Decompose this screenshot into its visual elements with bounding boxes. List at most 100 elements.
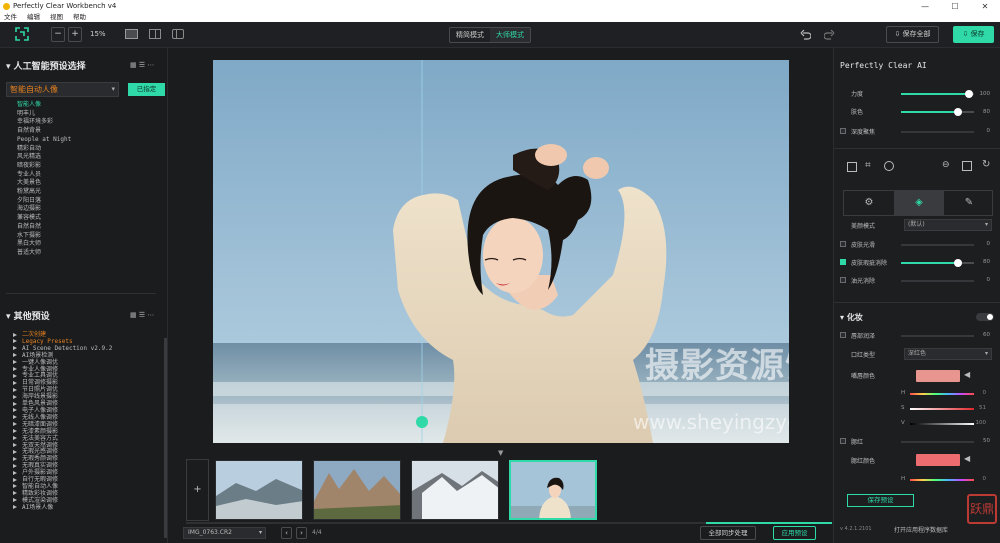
ai-preset-item[interactable]: 粉黛高光 xyxy=(17,188,71,197)
expand-triangle-icon[interactable] xyxy=(13,436,17,441)
next-image-button[interactable]: › xyxy=(296,527,307,539)
expand-triangle-icon[interactable] xyxy=(13,470,17,475)
expand-triangle-icon[interactable] xyxy=(13,367,17,372)
expand-triangle-icon[interactable] xyxy=(13,415,17,420)
ai-preset-item[interactable]: 普适大师 xyxy=(17,249,71,258)
expand-triangle-icon[interactable] xyxy=(13,332,17,337)
menu-view[interactable]: 视图 xyxy=(50,13,63,21)
sliders-tab-icon[interactable]: ⚙ xyxy=(844,191,894,215)
face-retouch-tab-icon[interactable]: ◈ xyxy=(894,191,944,215)
ai-preset-item[interactable]: 大美景色 xyxy=(17,179,71,188)
expand-triangle-icon[interactable] xyxy=(13,373,17,378)
expand-triangle-icon[interactable] xyxy=(13,339,17,344)
expand-triangle-icon[interactable] xyxy=(13,394,17,399)
lipstick-slider[interactable] xyxy=(901,335,974,337)
split-view-icon[interactable] xyxy=(149,29,161,39)
menu-edit[interactable]: 编辑 xyxy=(27,13,40,21)
collapse-filmstrip-icon[interactable]: ▼ xyxy=(498,449,503,457)
lip-s-slider[interactable] xyxy=(910,408,974,410)
open-database-link[interactable]: 打开应用程序数据库 xyxy=(894,525,948,534)
ai-preset-item[interactable]: 自然背景 xyxy=(17,127,71,136)
expand-triangle-icon[interactable] xyxy=(13,505,17,510)
menu-help[interactable]: 帮助 xyxy=(73,13,86,21)
ai-preset-item[interactable]: 幸福环境多彩 xyxy=(17,118,71,127)
expand-triangle-icon[interactable] xyxy=(13,346,17,351)
thumbnail-snow-mountain[interactable] xyxy=(411,460,499,520)
shine-checkbox[interactable] xyxy=(840,277,846,283)
mode-master-tab[interactable]: 大师模式 xyxy=(490,28,530,42)
ai-preset-item[interactable]: 风光精选 xyxy=(17,153,71,162)
blemish-slider[interactable] xyxy=(901,259,974,267)
expand-triangle-icon[interactable] xyxy=(13,456,17,461)
expand-triangle-icon[interactable] xyxy=(13,380,17,385)
ai-preset-item[interactable]: 精彩自动 xyxy=(17,145,71,154)
blush-color-expand-icon[interactable]: ◀ xyxy=(964,454,970,463)
expand-triangle-icon[interactable] xyxy=(13,449,17,454)
undo-icon[interactable] xyxy=(800,29,811,40)
apply-preset-button[interactable]: 应用预设 xyxy=(773,526,816,540)
add-image-button[interactable]: + xyxy=(186,459,209,521)
lipstick-checkbox[interactable] xyxy=(840,332,846,338)
makeup-toggle[interactable] xyxy=(976,313,994,321)
zoom-in-button[interactable]: + xyxy=(68,27,82,42)
ai-preset-dropdown[interactable]: 智能自动人像 ▾ xyxy=(6,82,119,97)
left-scrollbar[interactable] xyxy=(164,338,167,538)
expand-triangle-icon[interactable] xyxy=(13,484,17,489)
thumbnail-mountain-valley[interactable] xyxy=(215,460,303,520)
prev-image-button[interactable]: ‹ xyxy=(281,527,292,539)
single-view-icon[interactable] xyxy=(125,29,138,39)
expand-triangle-icon[interactable] xyxy=(13,477,17,482)
minimize-button[interactable]: — xyxy=(910,0,940,13)
thumbnail-portrait-active[interactable] xyxy=(509,460,597,520)
depth-checkbox[interactable] xyxy=(840,128,846,134)
skin-smooth-checkbox[interactable] xyxy=(840,241,846,247)
menu-file[interactable]: 文件 xyxy=(4,13,17,21)
lip-h-slider[interactable] xyxy=(910,393,974,395)
edit-icon[interactable] xyxy=(847,162,857,172)
expand-triangle-icon[interactable] xyxy=(13,408,17,413)
zoom-out-button[interactable]: − xyxy=(51,27,65,42)
reset-icon[interactable]: ↻ xyxy=(982,159,990,170)
blush-checkbox[interactable] xyxy=(840,438,846,444)
lip-type-select[interactable]: 深红色 ▾ xyxy=(904,348,992,360)
expand-triangle-icon[interactable] xyxy=(13,353,17,358)
compare-view-icon[interactable] xyxy=(172,29,184,39)
lip-color-expand-icon[interactable]: ◀ xyxy=(964,370,970,379)
grid-list-toggle-icon[interactable]: ▦ ☰ ⋯ xyxy=(130,61,154,69)
ai-preset-item[interactable]: 兼容模式 xyxy=(17,214,71,223)
ai-preset-item[interactable]: 自然自然 xyxy=(17,223,71,232)
tree-item[interactable]: AI场景人像 xyxy=(13,504,112,512)
shine-slider[interactable] xyxy=(901,280,974,282)
skin-smooth-slider[interactable] xyxy=(901,244,974,246)
close-button[interactable]: ✕ xyxy=(970,0,1000,13)
expand-triangle-icon[interactable] xyxy=(13,498,17,503)
face-icon[interactable] xyxy=(884,161,894,171)
maximize-button[interactable]: ☐ xyxy=(940,0,970,13)
expand-triangle-icon[interactable] xyxy=(13,491,17,496)
expand-triangle-icon[interactable] xyxy=(13,360,17,365)
expand-triangle-icon[interactable] xyxy=(13,429,17,434)
expand-triangle-icon[interactable] xyxy=(13,422,17,427)
ai-preset-item[interactable]: 智能人像 xyxy=(17,101,71,110)
ai-preset-item[interactable]: People at Night xyxy=(17,136,71,145)
filmstrip-scrollbar[interactable] xyxy=(186,522,832,524)
tone-slider[interactable] xyxy=(901,108,974,116)
lip-color-swatch[interactable] xyxy=(916,370,960,382)
expand-triangle-icon[interactable] xyxy=(13,443,17,447)
save-preset-button[interactable]: 保存预设 xyxy=(847,494,914,507)
batch-process-button[interactable]: 全部同步处理 xyxy=(700,526,756,540)
ai-preset-item[interactable]: 海边摄影 xyxy=(17,205,71,214)
strength-slider[interactable] xyxy=(901,90,974,98)
save-button[interactable]: ⇩ 保存 xyxy=(953,26,994,43)
expand-triangle-icon[interactable] xyxy=(13,401,17,406)
ai-preset-item[interactable]: 水下摄影 xyxy=(17,232,71,241)
blush-color-swatch[interactable] xyxy=(916,454,960,466)
blemish-checkbox[interactable] xyxy=(840,259,846,265)
redo-icon[interactable] xyxy=(824,29,835,40)
assigned-button[interactable]: 已指定 xyxy=(128,83,165,96)
ai-preset-item[interactable]: 黑白大师 xyxy=(17,240,71,249)
other-grid-list-toggle-icon[interactable]: ▦ ☰ ⋯ xyxy=(130,311,154,319)
blush-slider[interactable] xyxy=(901,441,974,443)
mode-precise-tab[interactable]: 精简模式 xyxy=(450,28,490,42)
crop-icon[interactable]: ⌗ xyxy=(865,160,871,171)
